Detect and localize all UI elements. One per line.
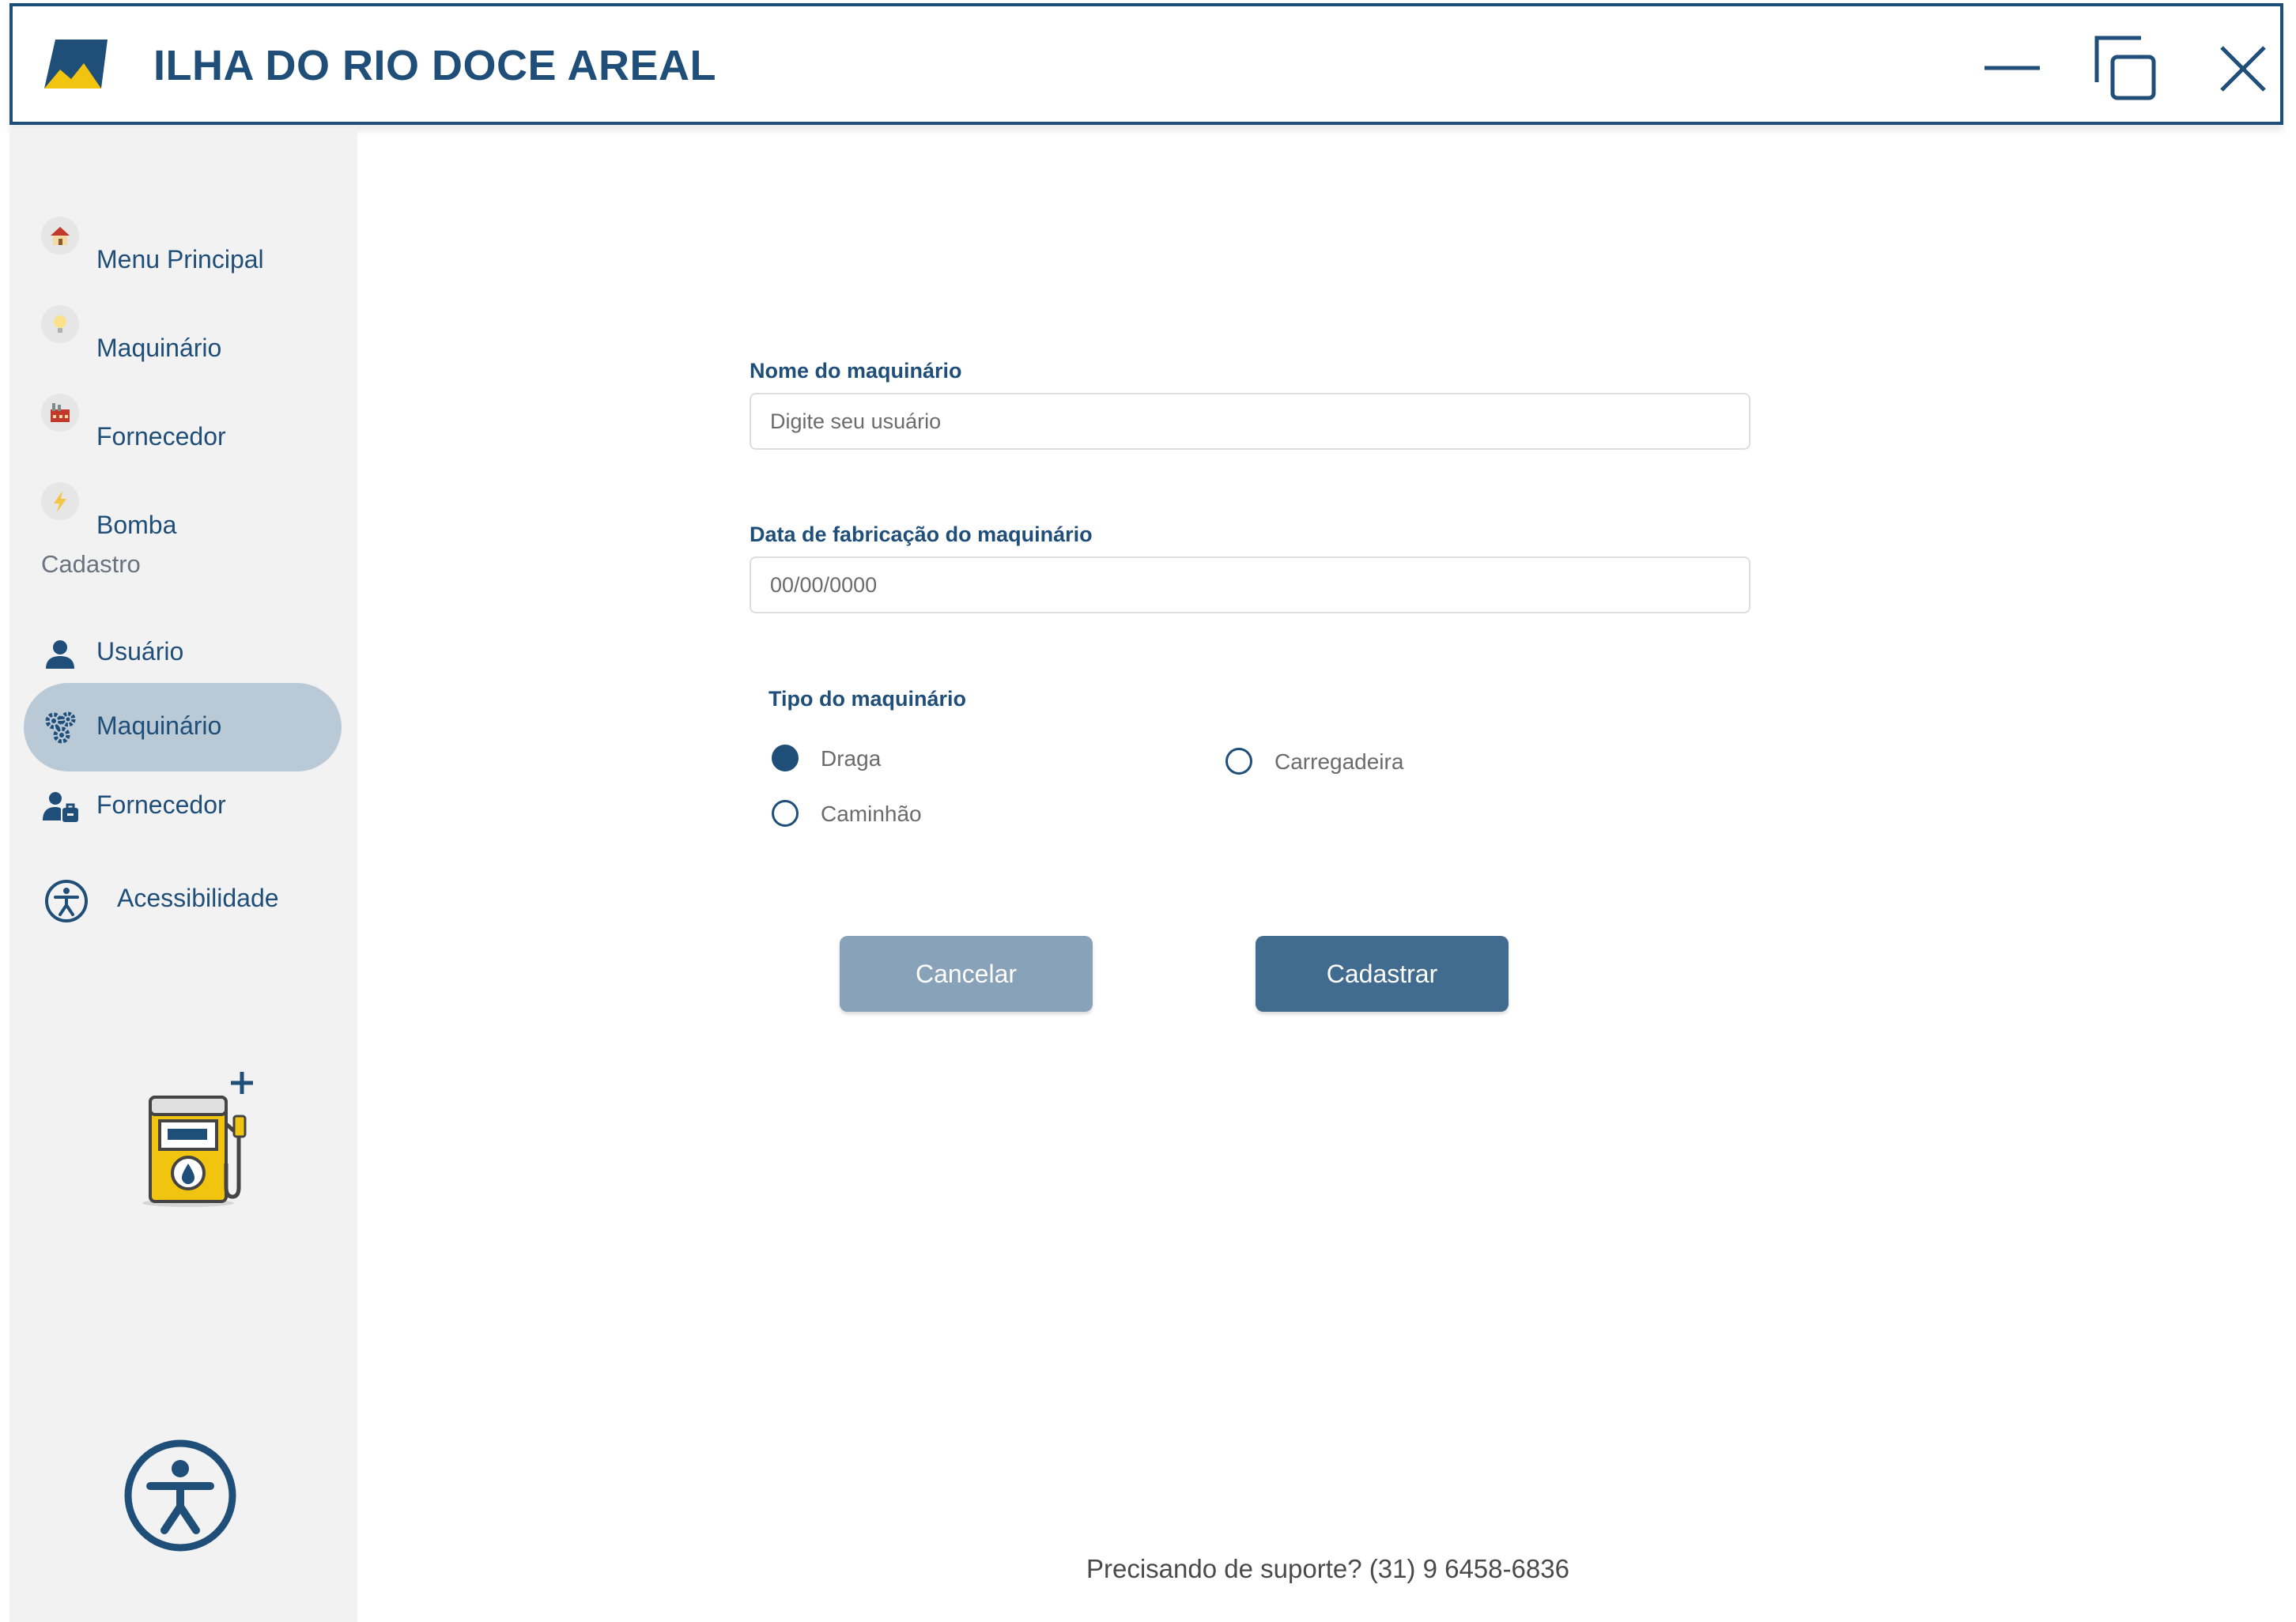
user-icon xyxy=(41,636,79,673)
sidebar-item-label: Usuário xyxy=(96,637,184,666)
manufacture-date-input[interactable] xyxy=(750,556,1750,613)
accessibility-icon xyxy=(44,879,89,923)
radio-button-checked[interactable] xyxy=(772,745,799,771)
restore-icon[interactable] xyxy=(2092,33,2163,104)
radio-label: Draga xyxy=(821,746,882,771)
lightbulb-icon xyxy=(41,305,79,343)
app-logo-icon xyxy=(44,40,108,89)
radio-label: Carregadeira xyxy=(1275,749,1404,774)
radio-draga[interactable]: Draga xyxy=(772,741,977,781)
date-field-label: Data de fabricação do maquinário xyxy=(750,522,1093,546)
radio-button[interactable] xyxy=(1225,748,1252,775)
section-label-cadastro: Cadastro xyxy=(41,550,141,578)
fuel-pump-add-icon xyxy=(142,1072,253,1207)
sidebar-item-label: Maquinário xyxy=(96,711,222,740)
cancel-button[interactable]: Cancelar xyxy=(840,936,1093,1012)
name-field-label: Nome do maquinário xyxy=(750,359,962,383)
close-icon[interactable] xyxy=(2207,33,2279,104)
sidebar-item-usuario[interactable]: Usuário xyxy=(24,598,342,686)
sidebar-item-maquinario-cadastro[interactable]: Maquinário xyxy=(24,683,342,771)
radio-caminhao[interactable]: Caminhão xyxy=(772,797,1009,836)
sidebar-item-label: Fornecedor xyxy=(96,422,226,451)
support-contact-text: Precisando de suporte? (31) 9 6458-6836 xyxy=(1086,1554,1569,1583)
title-bar: ILHA DO RIO DOCE AREAL xyxy=(9,3,2283,125)
type-field-label: Tipo do maquinário xyxy=(768,687,967,711)
machinery-name-input[interactable] xyxy=(750,393,1750,450)
accessibility-button-icon[interactable] xyxy=(122,1437,239,1554)
submit-button[interactable]: Cadastrar xyxy=(1256,936,1509,1012)
sidebar-item-label: Fornecedor xyxy=(96,790,226,819)
house-icon xyxy=(41,217,79,255)
sidebar-item-label: Bomba xyxy=(96,511,177,539)
sidebar-item-label: Menu Principal xyxy=(96,245,264,273)
supplier-icon xyxy=(41,789,79,827)
radio-carregadeira[interactable]: Carregadeira xyxy=(1225,745,1478,784)
sidebar-item-maquinario[interactable]: Maquinário xyxy=(24,277,342,365)
radio-label: Caminhão xyxy=(821,802,922,826)
sidebar-item-fornecedor-cadastro[interactable]: Fornecedor xyxy=(24,762,342,851)
gears-icon xyxy=(41,708,79,746)
app-title: ILHA DO RIO DOCE AREAL xyxy=(153,42,716,89)
sidebar-item-acessibilidade[interactable]: Acessibilidade xyxy=(24,854,342,942)
factory-icon xyxy=(41,394,79,432)
sidebar-item-label: Maquinário xyxy=(96,334,222,362)
sidebar-item-fornecedor[interactable]: Fornecedor xyxy=(24,365,342,454)
minimize-icon[interactable] xyxy=(1977,33,2048,104)
sidebar-item-label: Acessibilidade xyxy=(117,884,279,912)
radio-button[interactable] xyxy=(772,800,799,827)
sidebar: Menu Principal Maquinário Fornecedor Bom… xyxy=(9,128,357,1622)
sidebar-item-bomba[interactable]: Bomba xyxy=(24,454,342,542)
lightning-icon xyxy=(41,482,79,520)
